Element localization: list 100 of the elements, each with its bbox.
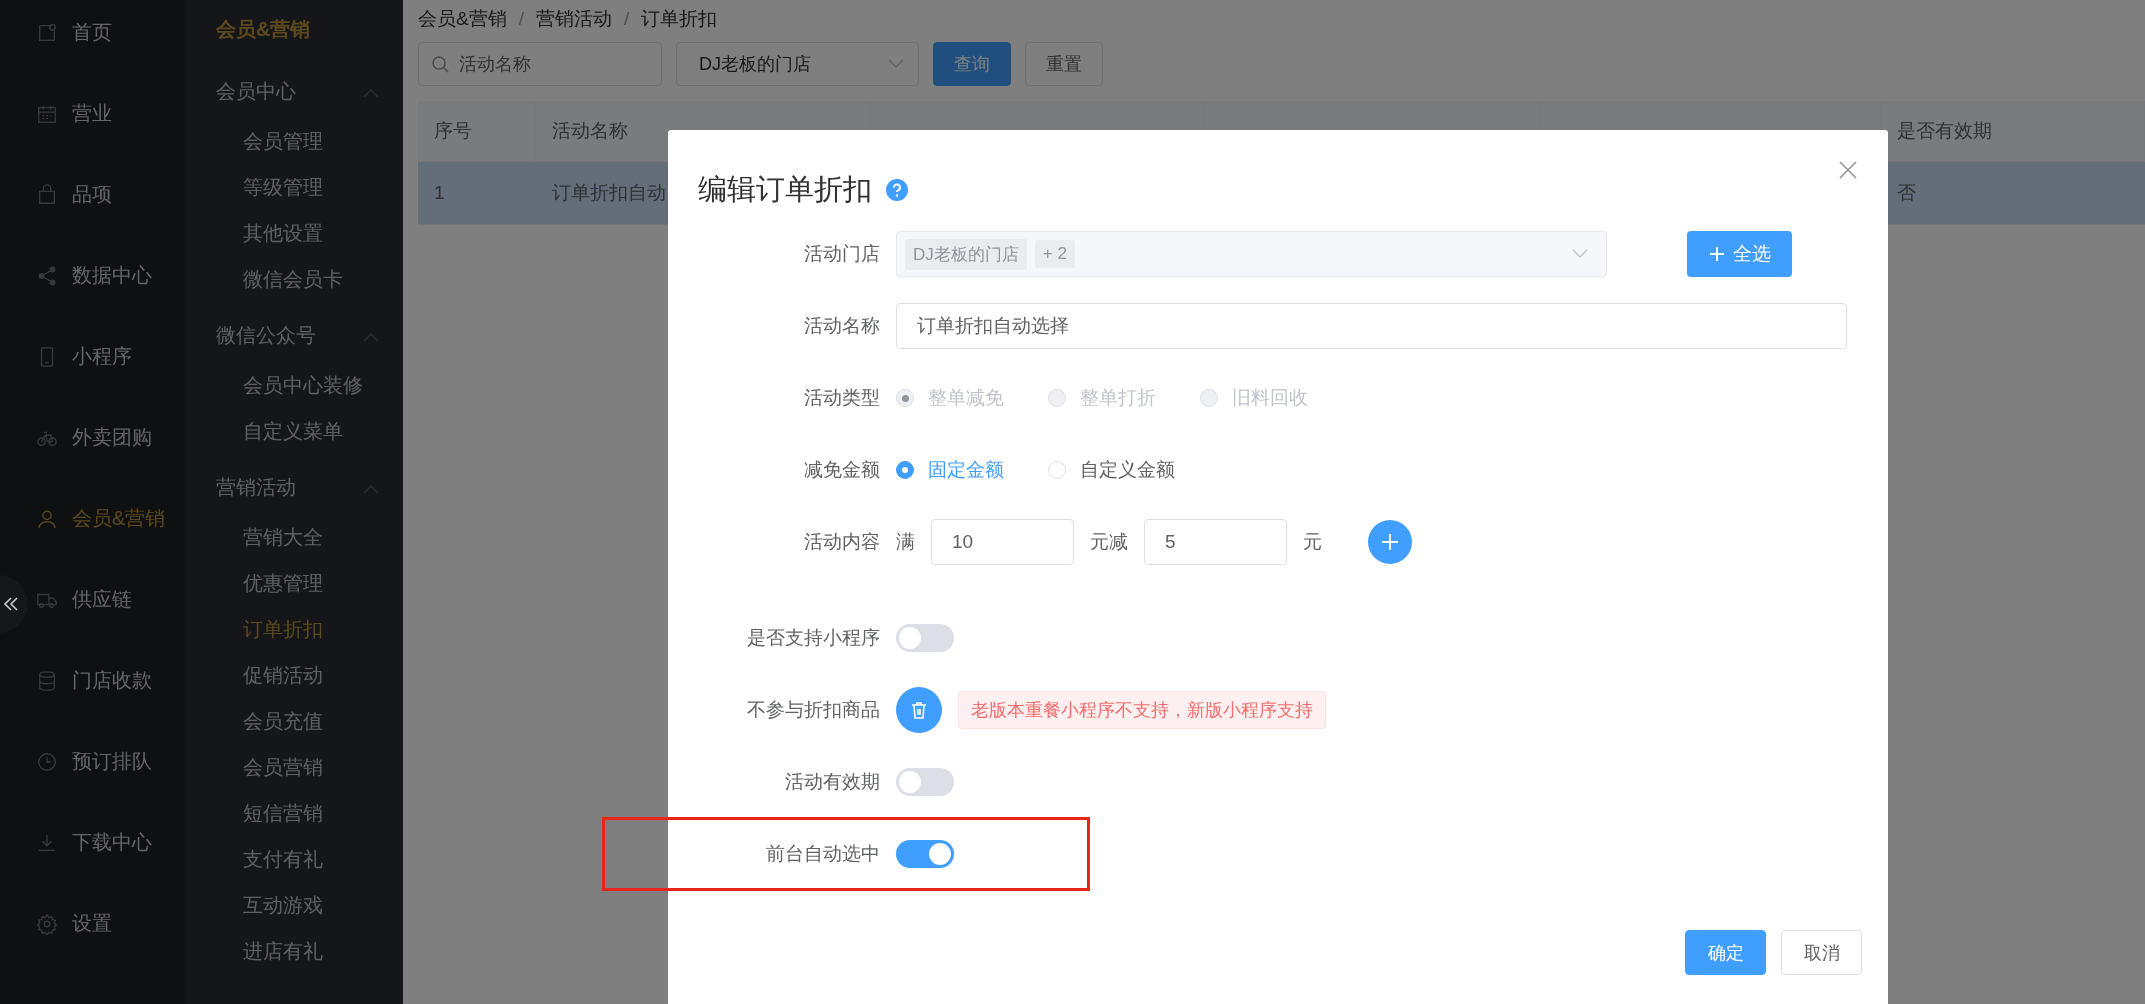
- submenu-item[interactable]: 短信营销: [185, 790, 403, 836]
- toggle-switch[interactable]: [896, 624, 954, 652]
- dialog-title: 编辑订单折扣: [698, 172, 872, 207]
- breadcrumb-separator: /: [623, 8, 630, 30]
- store-tag: + 2: [1034, 240, 1075, 268]
- delete-button[interactable]: [896, 687, 942, 733]
- toolbar-button[interactable]: 查询: [933, 42, 1011, 86]
- nav-item[interactable]: 门店收款: [30, 640, 185, 721]
- nav-item[interactable]: 下载中心: [30, 802, 185, 883]
- submenu-item[interactable]: 自定义菜单: [185, 408, 403, 454]
- nav-item[interactable]: 小程序: [30, 316, 185, 397]
- nav-item[interactable]: 设置: [30, 883, 185, 964]
- submenu-item[interactable]: 进店有礼: [185, 928, 403, 974]
- store-select[interactable]: DJ老板的门店: [676, 42, 919, 86]
- breadcrumb-item[interactable]: 会员&营销: [418, 6, 507, 32]
- submenu-item[interactable]: 营销大全: [185, 514, 403, 560]
- unit-text: 元减: [1090, 530, 1128, 554]
- menu-group[interactable]: 营销活动: [185, 460, 403, 514]
- nav-label: 外卖团购: [72, 425, 152, 450]
- submenu-item[interactable]: 会员营销: [185, 744, 403, 790]
- unit-text: 满: [896, 530, 915, 554]
- column-header: 序号: [418, 101, 536, 162]
- submenu-item[interactable]: 会员中心装修: [185, 362, 403, 408]
- share-icon: [36, 264, 58, 287]
- close-icon[interactable]: [1838, 160, 1858, 180]
- nav-label: 小程序: [72, 344, 132, 369]
- submenu-item[interactable]: 会员管理: [185, 118, 403, 164]
- field-label: 活动有效期: [784, 770, 881, 794]
- nav-label: 门店收款: [72, 668, 152, 693]
- submenu-item[interactable]: 会员充值: [185, 698, 403, 744]
- nav-item[interactable]: 营业: [30, 73, 185, 154]
- nav-label: 品项: [72, 182, 112, 207]
- field-label: 前台自动选中: [765, 842, 881, 866]
- radio-button[interactable]: [896, 461, 914, 479]
- submenu-item[interactable]: 优惠管理: [185, 560, 403, 606]
- breadcrumb-item[interactable]: 营销活动: [535, 6, 612, 32]
- submenu-item[interactable]: 其他设置: [185, 210, 403, 256]
- help-icon[interactable]: [886, 179, 908, 201]
- nav-item[interactable]: 首页: [30, 0, 185, 73]
- nav-label: 会员&营销: [72, 506, 166, 531]
- nav-item[interactable]: 会员&营销: [30, 478, 185, 559]
- field-label: 不参与折扣商品: [746, 698, 881, 722]
- toggle-switch[interactable]: [896, 768, 954, 796]
- double-chevron-icon: [2, 595, 20, 613]
- submenu-item[interactable]: 订单折扣: [185, 606, 403, 652]
- submenu-item[interactable]: 等级管理: [185, 164, 403, 210]
- amount-field[interactable]: 5: [1144, 519, 1287, 565]
- dialog-button[interactable]: 确定: [1685, 930, 1766, 975]
- nav-item[interactable]: 外卖团购: [30, 397, 185, 478]
- submenu-item[interactable]: 支付有礼: [185, 836, 403, 882]
- nav-label: 供应链: [72, 587, 132, 612]
- nav-label: 数据中心: [72, 263, 152, 288]
- nav-item[interactable]: 数据中心: [30, 235, 185, 316]
- menu-group[interactable]: 微信公众号: [185, 308, 403, 362]
- clock-icon: [36, 750, 58, 773]
- nav-item[interactable]: 预订排队: [30, 721, 185, 802]
- database-icon: [36, 669, 58, 692]
- trash-icon: [911, 701, 927, 719]
- plus-icon: [1708, 246, 1725, 262]
- chevron-down-icon: [1572, 249, 1588, 259]
- warning-notice: 老版本重餐小程序不支持，新版小程序支持: [958, 691, 1326, 729]
- document-icon: [36, 21, 58, 44]
- field-label: 活动类型: [803, 386, 881, 410]
- radio-label: 固定金额: [928, 458, 1004, 482]
- toggle-switch[interactable]: [896, 840, 954, 868]
- bag-icon: [36, 183, 58, 206]
- plus-icon: [1381, 533, 1399, 551]
- nav-item[interactable]: 品项: [30, 154, 185, 235]
- submenu-item[interactable]: 微信会员卡: [185, 256, 403, 302]
- radio-label: 旧料回收: [1232, 386, 1308, 410]
- toolbar-button[interactable]: 重置: [1025, 42, 1103, 86]
- field-label: 活动内容: [803, 530, 881, 554]
- field-label: 活动门店: [803, 242, 881, 266]
- group-label: 会员中心: [216, 78, 296, 104]
- submenu-item[interactable]: 互动游戏: [185, 882, 403, 928]
- add-button[interactable]: [1368, 520, 1412, 564]
- amount-field[interactable]: 10: [931, 519, 1074, 565]
- table-cell: 1: [418, 162, 536, 225]
- radio-label: 自定义金额: [1080, 458, 1175, 482]
- nav-label: 设置: [72, 911, 112, 936]
- search-field[interactable]: 活动名称: [418, 42, 662, 86]
- radio-label: 整单减免: [928, 386, 1004, 410]
- column-header: 是否有效期: [1881, 101, 2145, 162]
- unit-text: 元: [1303, 530, 1322, 554]
- menu-group[interactable]: 会员中心: [185, 64, 403, 118]
- section-title: 会员&营销: [215, 16, 312, 42]
- breadcrumb-item[interactable]: 订单折扣: [641, 6, 718, 32]
- store-tag: DJ老板的门店: [905, 238, 1027, 270]
- group-label: 微信公众号: [216, 322, 316, 348]
- nav-label: 预订排队: [72, 749, 152, 774]
- chevron-down-icon: [888, 59, 904, 69]
- nav-item[interactable]: 供应链: [30, 559, 185, 640]
- dialog-button[interactable]: 取消: [1781, 930, 1862, 975]
- field-label: 减免金额: [803, 458, 881, 482]
- name-field[interactable]: 订单折扣自动选择: [896, 303, 1847, 349]
- search-icon: [431, 55, 449, 73]
- submenu-item[interactable]: 促销活动: [185, 652, 403, 698]
- nav-label: 首页: [72, 20, 112, 45]
- group-label: 营销活动: [216, 474, 296, 500]
- field-label: 是否支持小程序: [746, 626, 881, 650]
